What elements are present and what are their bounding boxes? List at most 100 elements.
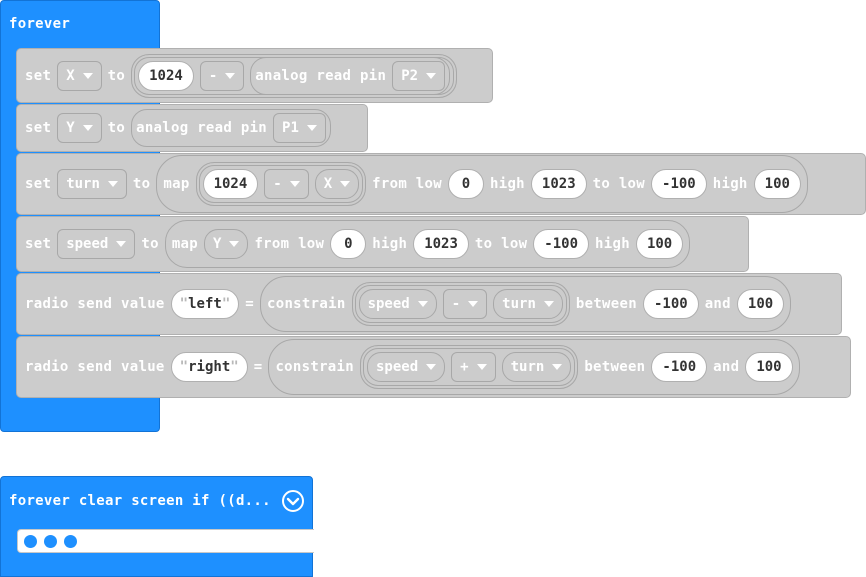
set-y-block[interactable]: set Y to analog read pin P1 [16, 104, 368, 152]
operator-dropdown-minus[interactable]: - [442, 289, 488, 319]
analog-read-pin-label: analog read pin [255, 67, 387, 84]
analog-read-block[interactable]: analog read pin P2 [250, 56, 451, 95]
set-speed-block[interactable]: set speed to map Y from low 0 high 1023 … [16, 216, 749, 272]
subtract-expression[interactable]: speed - turn [351, 282, 570, 326]
to-low-keyword: to low [474, 236, 528, 252]
set-x-block[interactable]: set X to 1024 - analog read pin P2 [16, 48, 493, 103]
variable-dropdown-x[interactable]: X [57, 60, 102, 91]
ellipsis-dots-icon[interactable] [18, 530, 314, 552]
caret-down-icon [82, 125, 93, 131]
number-slot-from-low[interactable]: 0 [448, 169, 484, 199]
caret-down-icon [306, 125, 317, 131]
number-slot-to-high[interactable]: 100 [753, 169, 801, 199]
caret-down-icon [225, 72, 236, 79]
caret-down-icon [476, 364, 487, 370]
operator-dropdown-plus[interactable]: + [451, 352, 496, 382]
map-block[interactable]: map 1024 - X from low 0 high 1023 to low… [156, 155, 808, 213]
constrain-keyword: constrain [267, 296, 346, 312]
number-slot-min[interactable]: -100 [651, 352, 708, 382]
from-low-keyword: from low [372, 176, 442, 192]
number-slot-max[interactable]: 100 [745, 352, 793, 382]
variable-dropdown-turn[interactable]: turn [501, 352, 572, 382]
to-keyword: to [107, 67, 126, 84]
caret-down-icon [426, 364, 437, 370]
number-slot-from-high[interactable]: 1023 [530, 169, 587, 199]
caret-down-icon [82, 72, 93, 79]
caret-down-icon [116, 241, 127, 247]
constrain-block[interactable]: constrain speed - turn between -100 and … [260, 276, 792, 332]
between-keyword: between [584, 359, 646, 375]
caret-down-icon [543, 301, 554, 307]
analog-read-block[interactable]: analog read pin P1 [131, 109, 331, 147]
number-slot-to-high[interactable]: 100 [635, 229, 684, 259]
between-keyword: between [575, 296, 637, 312]
constrain-block[interactable]: constrain speed + turn between -100 and … [268, 339, 800, 395]
subtract-expression[interactable]: 1024 - analog read pin P2 [131, 53, 458, 98]
to-keyword: to [141, 236, 159, 252]
radio-send-right-block[interactable]: radio send value " right " = constrain spe… [16, 336, 851, 398]
set-keyword: set [25, 67, 52, 84]
subtract-expression[interactable]: 1024 - X [195, 162, 367, 206]
set-keyword: set [25, 176, 52, 192]
operator-dropdown-minus[interactable]: - [264, 169, 309, 199]
operator-dropdown-minus[interactable]: - [199, 60, 245, 91]
to-low-keyword: to low [592, 176, 646, 192]
radio-send-value-label: radio send value [25, 296, 165, 312]
pin-dropdown-p2[interactable]: P2 [392, 60, 446, 91]
set-keyword: set [25, 236, 52, 252]
map-keyword: map [171, 236, 198, 252]
high-keyword: high [595, 236, 630, 252]
variable-dropdown-turn[interactable]: turn [493, 289, 563, 319]
number-slot-1024[interactable]: 1024 [138, 60, 194, 91]
variable-dropdown-speed[interactable]: speed [57, 229, 136, 259]
caret-down-icon [340, 181, 351, 187]
collapsed-block-title: forever clear screen if ((d... [9, 493, 271, 509]
set-keyword: set [25, 120, 52, 136]
number-slot-1024[interactable]: 1024 [202, 169, 259, 199]
string-slot-left[interactable]: " left " [170, 289, 240, 319]
and-keyword: and [713, 359, 740, 375]
set-turn-block[interactable]: set turn to map 1024 - X from low 0 high… [16, 153, 866, 215]
string-slot-right[interactable]: " right " [170, 352, 248, 382]
constrain-keyword: constrain [275, 359, 354, 375]
caret-down-icon [289, 181, 300, 187]
caret-down-icon [107, 181, 118, 187]
collapsed-body[interactable] [17, 529, 314, 553]
number-slot-to-low[interactable]: -100 [651, 169, 707, 199]
variable-dropdown-speed[interactable]: speed [367, 352, 446, 382]
collapsed-forever-block[interactable]: forever clear screen if ((d... [0, 476, 314, 577]
variable-dropdown-speed[interactable]: speed [358, 289, 437, 319]
variable-dropdown-y[interactable]: Y [57, 113, 102, 143]
number-slot-min[interactable]: -100 [642, 289, 699, 319]
radio-send-value-label: radio send value [25, 359, 165, 375]
to-keyword: to [107, 120, 126, 136]
add-expression[interactable]: speed + turn [360, 345, 579, 389]
number-slot-max[interactable]: 100 [736, 289, 785, 319]
caret-down-icon [552, 364, 563, 370]
caret-down-icon [468, 301, 479, 307]
and-keyword: and [704, 296, 731, 312]
variable-dropdown-x[interactable]: X [314, 169, 360, 199]
number-slot-to-low[interactable]: -100 [533, 229, 590, 259]
map-keyword: map [163, 176, 190, 192]
equals-keyword: = [245, 296, 254, 312]
forever-block-title: forever [9, 16, 71, 32]
number-slot-from-high[interactable]: 1023 [413, 229, 469, 259]
from-low-keyword: from low [254, 236, 325, 252]
variable-dropdown-turn[interactable]: turn [57, 169, 127, 199]
caret-down-icon [426, 72, 437, 79]
pin-dropdown-p1[interactable]: P1 [273, 113, 326, 143]
radio-send-left-block[interactable]: radio send value " left " = constrain spee… [16, 273, 842, 335]
high-keyword: high [712, 176, 748, 192]
equals-keyword: = [253, 359, 263, 375]
to-keyword: to [132, 176, 151, 192]
map-block[interactable]: map Y from low 0 high 1023 to low -100 h… [164, 220, 691, 268]
high-keyword: high [490, 176, 525, 192]
chevron-down-circle-icon[interactable] [281, 489, 305, 513]
number-slot-from-low[interactable]: 0 [330, 229, 367, 259]
variable-dropdown-y[interactable]: Y [204, 229, 249, 259]
caret-down-icon [229, 241, 240, 247]
analog-read-pin-label: analog read pin [136, 120, 268, 136]
high-keyword: high [372, 236, 408, 252]
caret-down-icon [417, 301, 428, 307]
